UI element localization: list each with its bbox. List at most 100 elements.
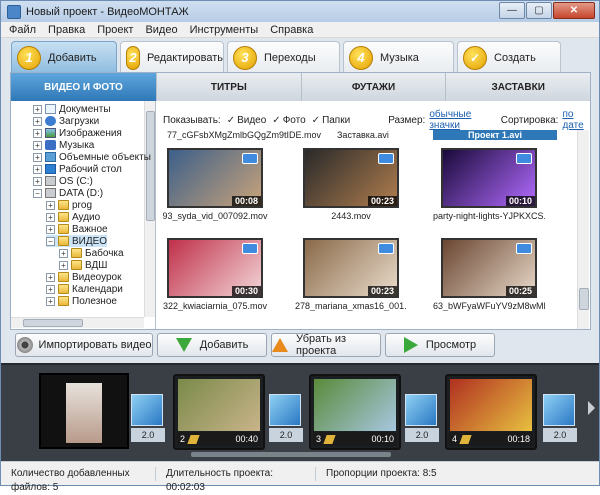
tree-vertical-scrollbar[interactable] [144,101,155,317]
expand-icon[interactable]: + [46,272,55,282]
timeline-clip-first[interactable] [39,373,129,449]
gallery-item[interactable]: 00:30 322_kwiaciarnia_075.mov [159,238,271,311]
tree-item[interactable]: + Важное [46,223,108,235]
preview-button[interactable]: Просмотр [385,333,495,357]
step-create[interactable]: ✓ Создать [457,41,561,73]
expand-icon[interactable]: + [33,140,42,150]
step-music[interactable]: 4 Музыка [343,41,454,73]
edit-pencil-icon[interactable] [323,434,336,444]
video-checkbox[interactable]: ✓ [227,115,235,126]
menu-project[interactable]: Проект [97,24,133,36]
collapse-icon[interactable]: − [46,236,55,246]
gallery-scrollbar[interactable] [577,130,589,329]
timeline-clip[interactable]: 2 00:40 [173,374,265,450]
tab-titles[interactable]: ТИТРЫ [157,73,302,101]
expand-icon[interactable]: + [33,104,42,114]
expand-icon[interactable]: + [33,128,42,138]
expand-icon[interactable]: + [46,200,55,210]
tab-intros[interactable]: ЗАСТАВКИ [446,73,590,101]
timeline-scrollbar[interactable] [191,452,391,457]
tree-item[interactable]: + Изображения [33,127,122,139]
expand-icon[interactable]: + [33,164,42,174]
folders-checkbox[interactable]: ✓ [312,115,320,126]
tree-item[interactable]: − ВИДЕО [46,235,108,247]
media-gallery[interactable]: 77_cGFsbXMgZmlbGQgZm9tIDE.mov Заставка.a… [157,130,577,329]
tab-video-photo[interactable]: ВИДЕО И ФОТО [11,73,157,101]
remove-from-project-button[interactable]: Убрать из проекта [271,333,381,357]
tab-footage[interactable]: ФУТАЖИ [302,73,447,101]
step-add[interactable]: 1 Добавить [11,41,117,73]
tree-item[interactable]: + Календари [46,283,123,295]
size-link[interactable]: обычные значки [429,109,488,131]
tree-horizontal-scrollbar[interactable] [11,317,144,328]
collapse-icon[interactable]: − [33,188,42,198]
gallery-item[interactable]: 00:08 93_syda_vid_007092.mov [159,148,271,221]
file-name-selected[interactable]: Проект 1.avi [433,130,557,140]
tree-item[interactable]: + Аудио [46,211,100,223]
tree-item[interactable]: + prog [46,199,92,211]
add-button[interactable]: Добавить [157,333,267,357]
folder-tree[interactable]: + Документы + Загрузки + Изображения + Музыка + О… [11,101,156,329]
timeline-clip[interactable]: 4 00:18 [445,374,537,450]
expand-icon[interactable]: + [59,248,68,258]
menu-edit[interactable]: Правка [48,24,85,36]
scroll-thumb[interactable] [579,288,589,310]
timeline-clip[interactable]: 3 00:10 [309,374,401,450]
file-name[interactable]: 77_cGFsbXMgZmlbGQgZm9tIDE.mov [167,130,321,140]
scroll-right-icon[interactable] [588,401,595,415]
step-edit[interactable]: 2 Редактировать [120,41,224,73]
gallery-item[interactable]: 00:10 party-night-lights-YJPKXCS.mov [433,148,545,221]
tree-item[interactable]: + Полезное [46,295,117,307]
tree-item[interactable]: + Объемные объекты [33,151,151,163]
menu-tools[interactable]: Инструменты [190,24,259,36]
expand-icon[interactable]: + [46,284,55,294]
tree-item[interactable]: − DATA (D:) [33,187,103,199]
expand-icon[interactable]: + [33,152,42,162]
status-files: Количество добавленных файлов: 5 [1,466,156,493]
arrow-up-icon [272,338,288,352]
expand-icon[interactable]: + [59,260,68,270]
transition-slot[interactable]: 2.0 [543,394,577,446]
tree-item[interactable]: + Загрузки [33,115,99,127]
photo-checkbox[interactable]: ✓ [272,115,280,126]
gallery-item[interactable]: 00:25 63_bWFyaWFuYV9zM8wMDE.mov [433,238,545,311]
folders-option-label[interactable]: Папки [322,115,350,126]
edit-pencil-icon[interactable] [187,434,200,444]
expand-icon[interactable]: + [46,296,55,306]
menu-file[interactable]: Файл [9,24,36,36]
sort-link[interactable]: по дате [562,109,590,131]
gallery-item[interactable]: 00:23 278_mariana_xmas16_001.mov [295,238,407,311]
close-button[interactable]: ✕ [553,2,595,19]
video-option-label[interactable]: Видео [237,115,266,126]
tree-item[interactable]: + Видеоурок [46,271,122,283]
tree-item[interactable]: + OS (C:) [33,175,93,187]
menu-help[interactable]: Справка [270,24,313,36]
file-name[interactable]: Заставка.avi [337,130,389,140]
tree-item[interactable]: + Рабочий стол [33,163,122,175]
expand-icon[interactable]: + [33,176,42,186]
gallery-item[interactable]: 00:23 2443.mov [295,148,407,221]
menu-video[interactable]: Видео [145,24,177,36]
step-number-icon: 3 [233,45,257,70]
edit-pencil-icon[interactable] [459,434,472,444]
tree-item[interactable]: + ВДШ [59,259,107,271]
tree-item[interactable]: + Музыка [33,139,94,151]
expand-icon[interactable]: + [46,212,55,222]
transition-icon [269,394,301,426]
import-video-button[interactable]: Импортировать видео [15,333,153,357]
tree-item[interactable]: + Документы [33,103,111,115]
step-label: Переходы [264,51,316,64]
minimize-button[interactable]: — [499,2,525,19]
transition-slot[interactable]: 2.0 [269,394,303,446]
scroll-thumb[interactable] [23,319,83,327]
transition-slot[interactable]: 2.0 [131,394,165,446]
expand-icon[interactable]: + [46,224,55,234]
tree-item[interactable]: + Бабочка [59,247,124,259]
step-transitions[interactable]: 3 Переходы [227,41,340,73]
maximize-button[interactable]: ▢ [526,2,552,19]
photo-option-label[interactable]: Фото [283,115,306,126]
transition-slot[interactable]: 2.0 [405,394,439,446]
folder-icon [71,260,82,270]
expand-icon[interactable]: + [33,116,42,126]
scroll-thumb[interactable] [146,111,155,221]
